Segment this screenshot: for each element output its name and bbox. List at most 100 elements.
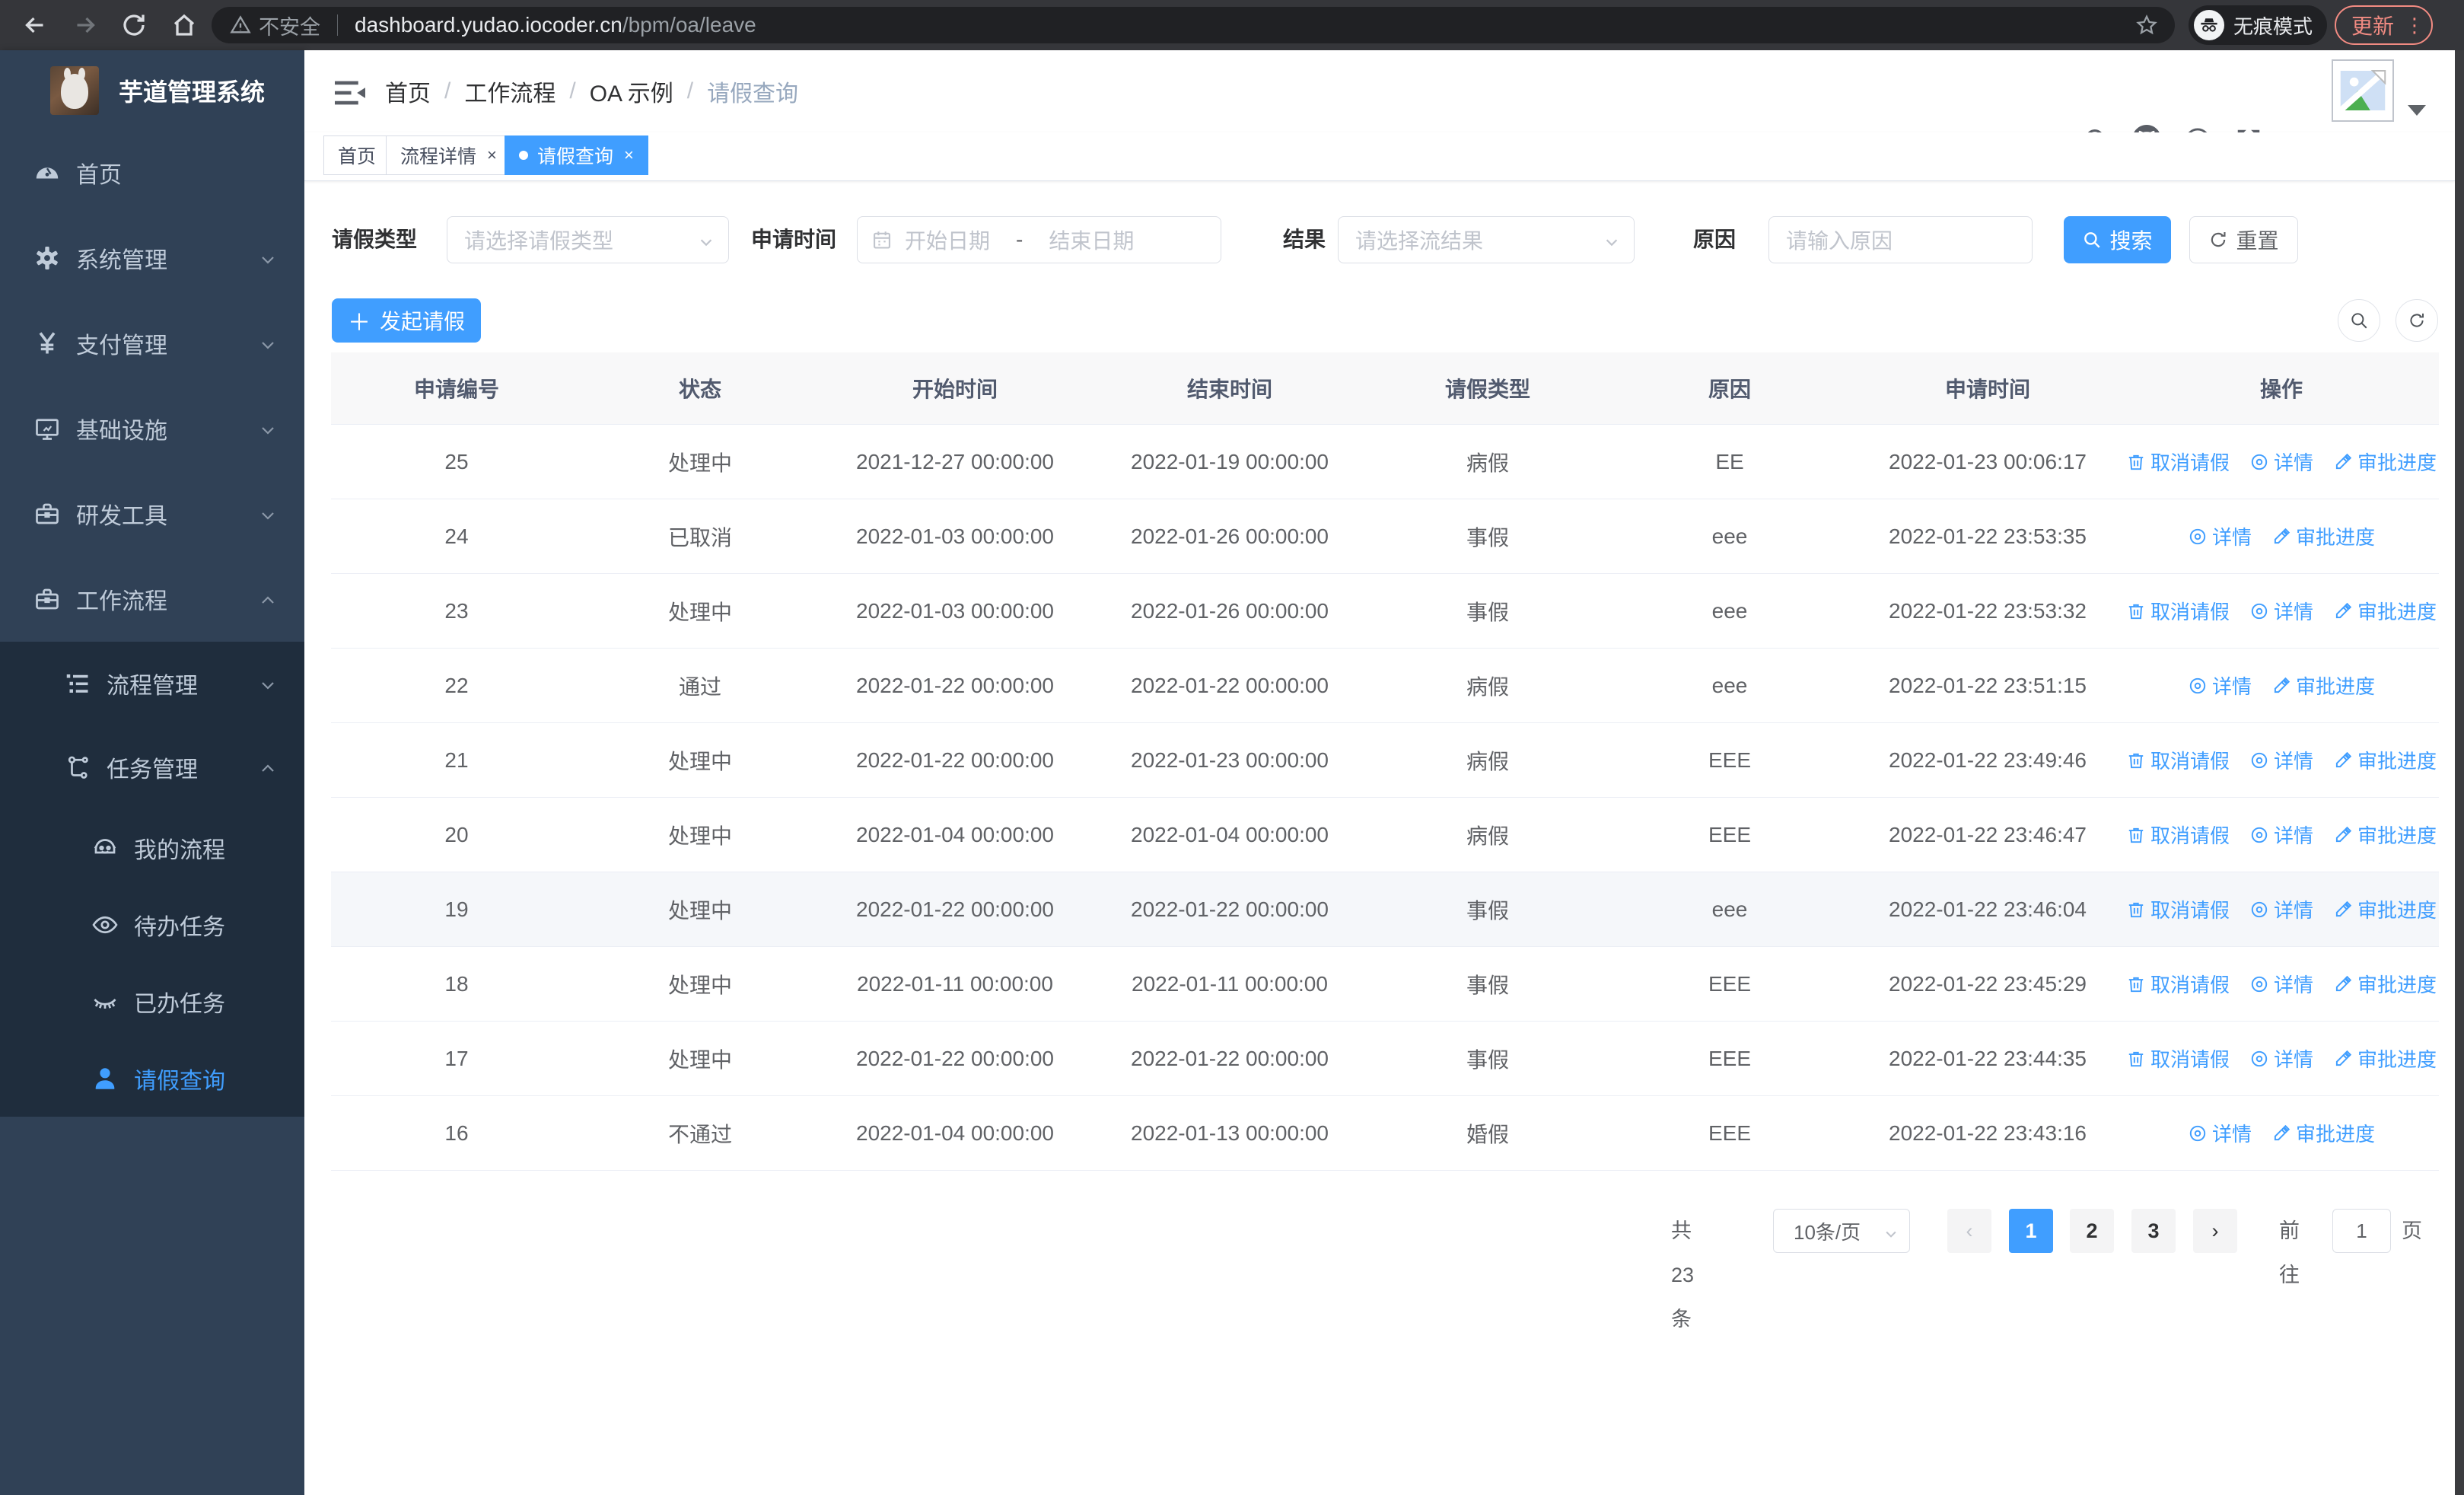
user-avatar[interactable] [2332,59,2394,122]
progress-action-link[interactable]: 审批进度 [2333,895,2437,923]
column-header-1: 状态 [678,378,721,401]
table-row[interactable]: 24 已取消 2022-01-03 00:00:00 2022-01-26 00:00… [331,499,2439,574]
progress-action-link[interactable]: 审批进度 [2333,448,2437,476]
browser-forward-icon[interactable] [72,11,99,39]
sidebar-item-9[interactable]: 待办任务 [0,886,304,963]
cell-status: 处理中 [667,749,732,773]
detail-action-link[interactable]: 详情 [2188,671,2252,700]
prev-page-button[interactable]: ‹ [1947,1209,1991,1253]
page-button-2[interactable]: 2 [2070,1209,2114,1253]
table-row[interactable]: 19 处理中 2022-01-22 00:00:00 2022-01-22 00:00… [331,872,2439,947]
next-page-button[interactable]: › [2193,1209,2237,1253]
tab-1[interactable]: 流程详情 × [386,135,511,175]
toolbox-icon [33,500,61,528]
sidebar-item-label: 任务管理 [107,757,198,783]
cancel-action-link[interactable]: 取消请假 [2126,597,2230,625]
sidebar-item-10[interactable]: 已办任务 [0,963,304,1040]
sidebar-item-11[interactable]: 请假查询 [0,1040,304,1117]
bookmark-star-icon[interactable] [2135,14,2158,37]
sidebar-item-7[interactable]: 任务管理 [0,725,304,809]
sidebar-collapse-icon[interactable] [335,79,365,107]
browser-home-icon[interactable] [170,11,198,39]
sidebar-item-2[interactable]: 支付管理 [0,301,304,386]
table-row[interactable]: 22 通过 2022-01-22 00:00:00 2022-01-22 00:00:… [331,649,2439,723]
reason-input[interactable]: 请输入原因 [1768,216,2033,263]
browser-reload-icon[interactable] [120,11,148,39]
cell-reason: EEE [1708,1046,1752,1070]
tab-0[interactable]: 首页 [323,135,391,175]
address-bar[interactable]: 不安全 dashboard.yudao.iocoder.cn/bpm/oa/le… [212,7,2175,43]
sidebar-item-label: 首页 [76,163,122,188]
page-button-3[interactable]: 3 [2131,1209,2176,1253]
sidebar-item-label: 流程管理 [107,674,198,699]
app-title: 芋道管理系统 [119,78,266,106]
cancel-action-link[interactable]: 取消请假 [2126,895,2230,923]
sidebar-item-8[interactable]: 我的流程 [0,809,304,886]
cancel-action-link[interactable]: 取消请假 [2126,448,2230,476]
detail-action-link[interactable]: 详情 [2188,1119,2252,1147]
progress-action-link[interactable]: 审批进度 [2333,1044,2437,1073]
progress-action-link[interactable]: 审批进度 [2271,671,2375,700]
progress-action-link[interactable]: 审批进度 [2333,821,2437,849]
detail-action-link[interactable]: 详情 [2249,746,2313,774]
cancel-action-link[interactable]: 取消请假 [2126,746,2230,774]
sidebar-item-4[interactable]: 研发工具 [0,471,304,556]
table-row[interactable]: 16 不通过 2022-01-04 00:00:00 2022-01-13 00:00… [331,1096,2439,1171]
detail-action-link[interactable]: 详情 [2249,895,2313,923]
detail-action-link[interactable]: 详情 [2249,448,2313,476]
cancel-action-link[interactable]: 取消请假 [2126,1044,2230,1073]
table-row[interactable]: 25 处理中 2021-12-27 00:00:00 2022-01-19 00:00… [331,425,2439,499]
browser-back-icon[interactable] [21,11,49,39]
search-button[interactable]: 搜索 [2064,216,2171,263]
sidebar-item-3[interactable]: 基础设施 [0,386,304,471]
create-leave-button[interactable]: ＋ 发起请假 [332,298,481,343]
close-icon[interactable]: × [487,147,497,164]
detail-action-link[interactable]: 详情 [2249,1044,2313,1073]
result-select[interactable]: 请选择流结果 [1338,216,1635,263]
breadcrumb-workflow[interactable]: 工作流程 [464,75,556,108]
trash-icon [2126,1049,2150,1069]
progress-action-link[interactable]: 审批进度 [2333,597,2437,625]
sidebar-item-0[interactable]: 首页 [0,130,304,215]
close-icon[interactable]: × [624,147,634,164]
browser-scrollbar[interactable] [2455,50,2464,1495]
avatar-dropdown-caret-icon[interactable] [2408,105,2426,116]
cell-status: 处理中 [667,973,732,997]
table-row[interactable]: 23 处理中 2022-01-03 00:00:00 2022-01-26 00:00… [331,574,2439,649]
cell-start: 2022-01-03 00:00:00 [856,598,1054,623]
sidebar-item-1[interactable]: 系统管理 [0,215,304,301]
detail-action-link[interactable]: 详情 [2249,597,2313,625]
page-size-select[interactable]: 10条/页 [1773,1209,1910,1253]
table-row[interactable]: 17 处理中 2022-01-22 00:00:00 2022-01-22 00:00… [331,1022,2439,1096]
cancel-action-link[interactable]: 取消请假 [2126,970,2230,998]
sidebar-item-5[interactable]: 工作流程 [0,556,304,642]
progress-action-link[interactable]: 审批进度 [2333,970,2437,998]
progress-action-link[interactable]: 审批进度 [2271,522,2375,550]
table-refresh-button[interactable] [2396,299,2438,342]
table-row[interactable]: 18 处理中 2022-01-11 00:00:00 2022-01-11 00:00… [331,947,2439,1022]
breadcrumb-home[interactable]: 首页 [385,75,431,108]
sidebar-item-6[interactable]: 流程管理 [0,642,304,725]
cancel-action-link[interactable]: 取消请假 [2126,821,2230,849]
goto-page-input[interactable] [2332,1209,2391,1253]
page-button-1[interactable]: 1 [2009,1209,2053,1253]
table-search-toggle-button[interactable] [2338,299,2380,342]
table-row[interactable]: 21 处理中 2022-01-22 00:00:00 2022-01-23 00:00… [331,723,2439,798]
reset-button[interactable]: 重置 [2189,216,2298,263]
app-logo-row[interactable]: 芋道管理系统 [0,50,304,130]
table-row[interactable]: 20 处理中 2022-01-04 00:00:00 2022-01-04 00:00… [331,798,2439,872]
tab-2[interactable]: 请假查询 × [505,135,648,175]
progress-action-link[interactable]: 审批进度 [2271,1119,2375,1147]
cell-type: 事假 [1466,973,1509,997]
detail-action-link[interactable]: 详情 [2249,821,2313,849]
detail-action-link[interactable]: 详情 [2188,522,2252,550]
detail-action-link[interactable]: 详情 [2249,970,2313,998]
progress-action-link[interactable]: 审批进度 [2333,746,2437,774]
eye-closed-icon [91,988,119,1015]
browser-update-button[interactable]: 更新 ⋮ [2335,5,2433,45]
apply-time-range-picker[interactable]: 开始日期 - 结束日期 [857,216,1221,263]
breadcrumb-oa-example[interactable]: OA 示例 [590,75,673,108]
leave-type-select[interactable]: 请选择请假类型 [447,216,729,263]
browser-menu-icon[interactable]: ⋮ [2405,14,2424,37]
cell-start: 2021-12-27 00:00:00 [856,449,1054,473]
